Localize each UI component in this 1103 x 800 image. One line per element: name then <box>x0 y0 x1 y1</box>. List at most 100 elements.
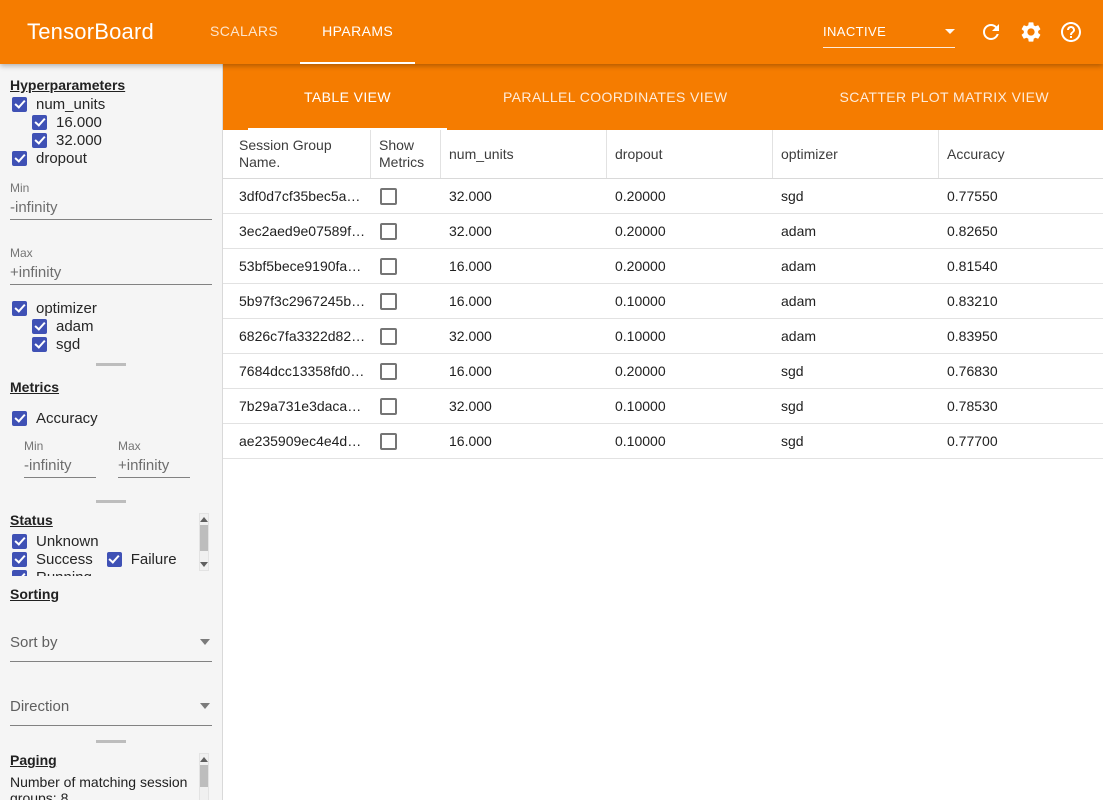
direction-placeholder: Direction <box>10 698 69 715</box>
num-units-cell: 32.000 <box>441 188 607 204</box>
tab-hparams[interactable]: HPARAMS <box>300 0 415 64</box>
show-metrics-checkbox[interactable] <box>380 223 397 240</box>
session-group-name: 7b29a731e3daca… <box>223 398 371 414</box>
hparams-sidebar: Hyperparameters num_units 16.000 32.000 … <box>0 64 223 800</box>
metric-max-input[interactable]: +infinity <box>118 453 190 478</box>
app-header: TensorBoard SCALARS HPARAMS INACTIVE <box>0 0 1103 64</box>
checkbox-checked-icon[interactable] <box>12 97 27 112</box>
status-scrollbar[interactable] <box>199 513 209 571</box>
optimizer-value-sgd-row[interactable]: sgd <box>30 335 212 353</box>
dropout-min-input[interactable]: -infinity <box>10 195 212 220</box>
num-units-cell: 32.000 <box>441 328 607 344</box>
checkbox-checked-icon[interactable] <box>32 115 47 130</box>
status-running-label: Running <box>36 569 92 577</box>
optimizer-cell: sgd <box>773 188 939 204</box>
show-metrics-checkbox[interactable] <box>380 293 397 310</box>
table-row: 5b97f3c2967245b… 16.000 0.10000 adam 0.8… <box>223 284 1103 319</box>
status-filter-list: Unknown Success Failure Running <box>10 532 198 576</box>
table-row: 7b29a731e3daca… 32.000 0.10000 sgd 0.785… <box>223 389 1103 424</box>
optimizer-value-adam-label: adam <box>56 318 94 335</box>
accuracy-cell: 0.82650 <box>939 223 1103 239</box>
direction-select[interactable]: Direction <box>10 698 212 726</box>
table-row: ae235909ec4e4d… 16.000 0.10000 sgd 0.777… <box>223 424 1103 459</box>
sorting-heading: Sorting <box>10 586 212 602</box>
tab-scatter-plot-matrix-view[interactable]: SCATTER PLOT MATRIX VIEW <box>783 64 1103 130</box>
section-resize-handle[interactable] <box>0 360 222 369</box>
num-units-cell: 16.000 <box>441 293 607 309</box>
hparam-optimizer-row[interactable]: optimizer <box>10 299 212 317</box>
checkbox-checked-icon[interactable] <box>12 151 27 166</box>
metric-accuracy-label: Accuracy <box>36 410 98 427</box>
show-metrics-checkbox[interactable] <box>380 328 397 345</box>
accuracy-cell: 0.76830 <box>939 363 1103 379</box>
table-row: 6826c7fa3322d82… 32.000 0.10000 adam 0.8… <box>223 319 1103 354</box>
show-metrics-checkbox[interactable] <box>380 188 397 205</box>
status-running-row[interactable]: Running <box>10 568 92 576</box>
scroll-up-icon[interactable] <box>200 757 208 762</box>
reload-mode-dropdown[interactable]: INACTIVE <box>823 16 955 48</box>
status-failure-row[interactable]: Failure <box>105 550 177 568</box>
section-resize-handle[interactable] <box>0 737 222 746</box>
checkbox-checked-icon[interactable] <box>12 411 27 426</box>
dropout-cell: 0.20000 <box>607 258 773 274</box>
session-group-name: 6826c7fa3322d82… <box>223 328 371 344</box>
show-metrics-checkbox[interactable] <box>380 398 397 415</box>
checkbox-checked-icon[interactable] <box>32 319 47 334</box>
table-row: 3df0d7cf35bec5a… 32.000 0.20000 sgd 0.77… <box>223 179 1103 214</box>
accuracy-cell: 0.77550 <box>939 188 1103 204</box>
tab-table-view[interactable]: TABLE VIEW <box>248 64 447 130</box>
top-nav: SCALARS HPARAMS <box>188 0 415 64</box>
scrollbar-thumb[interactable] <box>200 765 208 787</box>
session-group-name: 5b97f3c2967245b… <box>223 293 371 309</box>
metric-accuracy-row[interactable]: Accuracy <box>10 409 212 427</box>
show-metrics-checkbox[interactable] <box>380 258 397 275</box>
tab-scalars[interactable]: SCALARS <box>188 0 300 64</box>
dropout-cell: 0.20000 <box>607 363 773 379</box>
dropout-cell: 0.10000 <box>607 398 773 414</box>
checkbox-checked-icon[interactable] <box>107 552 122 567</box>
accuracy-cell: 0.81540 <box>939 258 1103 274</box>
status-unknown-row[interactable]: Unknown <box>10 532 99 550</box>
metric-min-input[interactable]: -infinity <box>24 453 96 478</box>
hparam-num-units-row[interactable]: num_units <box>10 95 212 113</box>
num-units-value-32-row[interactable]: 32.000 <box>30 131 212 149</box>
show-metrics-checkbox[interactable] <box>380 433 397 450</box>
hparam-dropout-row[interactable]: dropout <box>10 149 212 167</box>
tab-parallel-coordinates-view[interactable]: PARALLEL COORDINATES VIEW <box>447 64 783 130</box>
accuracy-cell: 0.83210 <box>939 293 1103 309</box>
dropout-max-input[interactable]: +infinity <box>10 260 212 285</box>
checkbox-checked-icon[interactable] <box>12 534 27 549</box>
status-section: Status Unknown Success Failure <box>0 506 222 576</box>
hparam-num-units-label: num_units <box>36 96 105 113</box>
scroll-down-icon[interactable] <box>200 562 208 567</box>
show-metrics-checkbox[interactable] <box>380 363 397 380</box>
session-group-name: ae235909ec4e4d… <box>223 433 371 449</box>
sort-by-select[interactable]: Sort by <box>10 634 212 662</box>
metric-minmax-filters: Min -infinity Max +infinity <box>24 439 212 478</box>
settings-button[interactable] <box>1011 12 1051 52</box>
status-unknown-label: Unknown <box>36 533 99 550</box>
dropout-min-label: Min <box>10 181 212 195</box>
paging-scrollbar[interactable] <box>199 753 209 800</box>
scrollbar-thumb[interactable] <box>200 525 208 551</box>
optimizer-cell: adam <box>773 328 939 344</box>
scroll-up-icon[interactable] <box>200 517 208 522</box>
refresh-button[interactable] <box>971 12 1011 52</box>
checkbox-checked-icon[interactable] <box>12 301 27 316</box>
optimizer-cell: sgd <box>773 433 939 449</box>
num-units-value-16-row[interactable]: 16.000 <box>30 113 212 131</box>
checkbox-checked-icon[interactable] <box>32 133 47 148</box>
checkbox-checked-icon[interactable] <box>32 337 47 352</box>
optimizer-value-adam-row[interactable]: adam <box>30 317 212 335</box>
gear-icon <box>1019 20 1043 44</box>
header-controls: INACTIVE <box>823 0 1091 64</box>
section-resize-handle[interactable] <box>0 497 222 506</box>
app-body: Hyperparameters num_units 16.000 32.000 … <box>0 64 1103 800</box>
chevron-down-icon <box>945 29 955 34</box>
status-success-row[interactable]: Success <box>10 550 93 568</box>
num-units-cell: 32.000 <box>441 223 607 239</box>
checkbox-checked-icon[interactable] <box>12 552 27 567</box>
help-button[interactable] <box>1051 12 1091 52</box>
num-units-cell: 16.000 <box>441 363 607 379</box>
session-group-name: 7684dcc13358fd0… <box>223 363 371 379</box>
